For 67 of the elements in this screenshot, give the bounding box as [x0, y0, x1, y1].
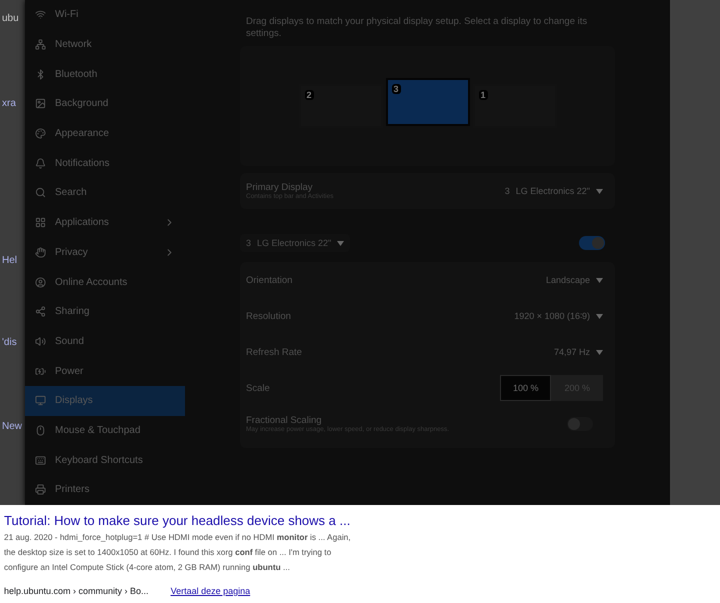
- speaker-icon: [35, 336, 46, 347]
- sidebar-item[interactable]: Displays: [25, 386, 185, 416]
- sidebar-item[interactable]: Wi-Fi: [25, 0, 185, 30]
- search-icon: [35, 187, 46, 198]
- sidebar-item[interactable]: Notifications: [25, 148, 185, 178]
- caret-icon: [596, 188, 603, 194]
- setting-dropdown[interactable]: Landscape: [546, 275, 603, 285]
- sidebar-item[interactable]: Printers: [25, 475, 185, 505]
- row-label: Fractional Scaling: [246, 415, 323, 426]
- sidebar-item[interactable]: Keyboard Shortcuts: [25, 445, 185, 475]
- sidebar-item[interactable]: Online Accounts: [25, 267, 185, 297]
- share-icon: [35, 306, 46, 318]
- sidebar-item[interactable]: Power: [25, 356, 185, 386]
- result-snippet: configure an Intel Compute Stick (4-core atom, 2 GB RAM) running ubuntu ...: [4, 561, 291, 574]
- sidebar-item[interactable]: Background: [25, 89, 185, 119]
- image-icon: [35, 98, 46, 110]
- sidebar-item[interactable]: Network: [25, 30, 185, 60]
- sidebar-item[interactable]: Sound: [25, 326, 185, 356]
- sidebar-item[interactable]: Mouse & Touchpad: [25, 416, 185, 446]
- result-title: New: [1, 421, 22, 432]
- monitor-icon: [35, 395, 46, 406]
- setting-dropdown[interactable]: 74,97 Hz: [554, 347, 603, 357]
- translate-link[interactable]: Vertaal deze pagina: [170, 586, 250, 596]
- row-label: Orientation: [246, 274, 292, 286]
- printer-icon: [35, 484, 46, 496]
- result-url: help.ubuntu.com › community › Bo...: [4, 586, 149, 596]
- caret-icon: [596, 278, 603, 282]
- result-title[interactable]: Tutorial: How to make sure your headless device shows a ...: [4, 513, 716, 528]
- row-label: Refresh Rate: [246, 346, 302, 358]
- instructions-text: Drag displays to match your physical display setup. Select a display to change its settings.: [246, 16, 588, 40]
- setting-switch[interactable]: [567, 417, 593, 431]
- keyboard-icon: [35, 454, 46, 466]
- sidebar-item[interactable]: Bluetooth: [25, 59, 185, 90]
- sidebar-item[interactable]: Sharing: [25, 296, 185, 327]
- row-label: Resolution: [246, 310, 291, 322]
- sidebar-item[interactable]: Appearance: [25, 118, 185, 148]
- result-snippet: 21 aug. 2020 - hdmi_force_hotplug=1 # Use HDMI mode even if no HDMI monitor is ... Again,: [4, 531, 352, 544]
- row-label: Scale: [246, 382, 270, 394]
- sidebar-item[interactable]: Search: [25, 178, 185, 208]
- scale-option[interactable]: 100 %: [500, 375, 552, 401]
- display-number: 3: [392, 84, 401, 94]
- result-title: xra: [1, 98, 16, 109]
- sidebar-item[interactable]: Applications: [25, 208, 185, 238]
- battery-icon: [35, 366, 46, 377]
- caret-icon: [596, 350, 603, 354]
- grid-icon: [35, 217, 46, 228]
- bluetooth-icon: [35, 68, 46, 80]
- user-icon: [35, 276, 46, 288]
- mouse-icon: [35, 424, 46, 436]
- result-title: 'dis: [1, 337, 17, 348]
- display-number: 2: [304, 90, 314, 100]
- display-switch[interactable]: [579, 236, 605, 250]
- caret-icon: [596, 314, 603, 318]
- result-snippet: the desktop size is set to 1400x1050 at 60Hz. I found this xorg conf file on ... I'm trying to: [4, 546, 332, 559]
- sidebar-item[interactable]: Privacy: [25, 238, 185, 268]
- caret-icon: [337, 240, 344, 246]
- result-title: Hel: [1, 255, 18, 266]
- setting-dropdown[interactable]: 1920 × 1080 (16∶9): [514, 311, 603, 321]
- palette-icon: [35, 128, 46, 140]
- network-icon: [35, 39, 46, 50]
- hand-icon: [35, 246, 46, 258]
- display-number: 1: [478, 90, 488, 100]
- row-label: Primary Display: [246, 182, 314, 193]
- primary-display-dropdown[interactable]: 3 LG Electronics 22": [504, 186, 603, 196]
- display-tile[interactable]: 3: [386, 78, 470, 126]
- bell-icon: [35, 158, 46, 169]
- search-text: ubu: [1, 13, 19, 24]
